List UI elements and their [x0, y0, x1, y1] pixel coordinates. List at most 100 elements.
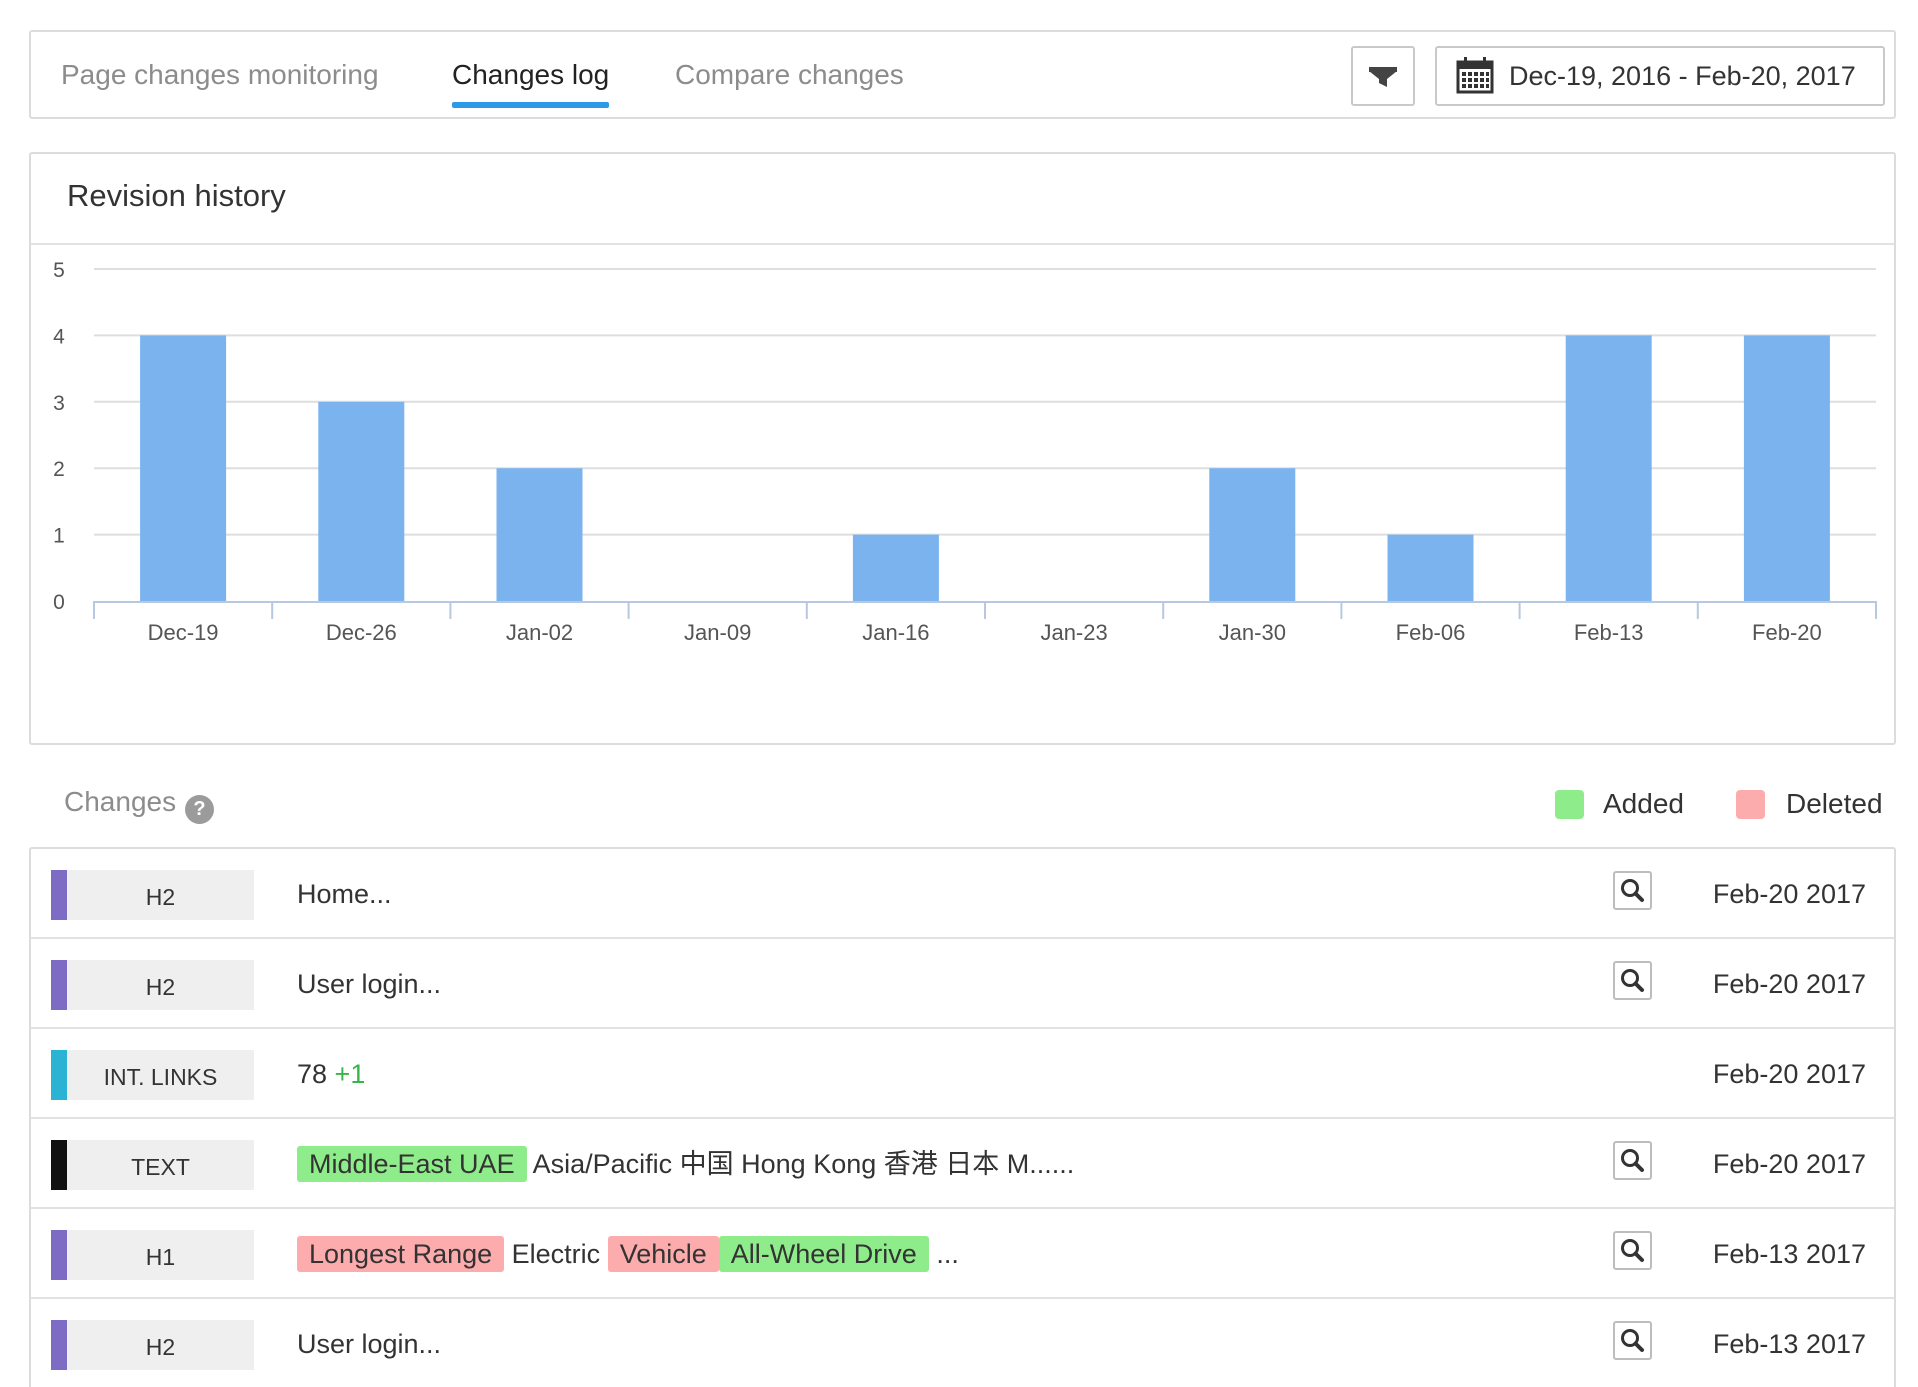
tag-color-bar — [51, 1230, 67, 1280]
calendar-icon — [1456, 57, 1494, 94]
tag-label: H1 — [145, 1244, 176, 1270]
x-tick-label: Feb-06 — [1396, 620, 1466, 645]
legend-deleted-swatch — [1736, 790, 1765, 819]
tab-changes-log[interactable]: Changes log — [452, 32, 610, 117]
element-type-tag: H2 — [51, 1320, 254, 1370]
change-content: User login... — [297, 1299, 441, 1387]
tag-color-bar — [51, 960, 67, 1010]
change-text: User login... — [297, 1329, 442, 1359]
changes-list: H2 Home... Feb-20 2017 H2 User login... Feb-2… — [29, 847, 1896, 1387]
y-tick-label: 3 — [53, 392, 65, 415]
bar[interactable] — [496, 468, 583, 601]
tag-label: H2 — [145, 1334, 176, 1360]
y-tick-label: 4 — [53, 325, 65, 348]
magnifier-icon — [1621, 1149, 1644, 1172]
element-type-tag: H1 — [51, 1230, 254, 1280]
tag-label: H2 — [145, 884, 176, 910]
x-tick-label: Jan-30 — [1219, 620, 1286, 645]
y-tick-label: 2 — [53, 458, 65, 481]
element-type-tag: H2 — [51, 870, 254, 920]
y-tick-label: 0 — [53, 591, 65, 614]
magnifier-icon — [1621, 1329, 1644, 1352]
change-content: User login... — [297, 939, 441, 1029]
added-text: Middle-East UAE — [297, 1146, 527, 1182]
element-type-tag: INT. LINKS — [51, 1050, 254, 1100]
element-type-tag: H2 — [51, 960, 254, 1010]
x-tick-label: Jan-16 — [862, 620, 929, 645]
tag-color-bar — [51, 1050, 67, 1100]
tag-color-bar — [51, 1140, 67, 1190]
change-content: Longest Range Electric Vehicle All-Wheel … — [297, 1209, 959, 1299]
x-tick-label: Jan-09 — [684, 620, 751, 645]
change-date: Feb-20 2017 — [1712, 1149, 1866, 1179]
change-date: Feb-13 2017 — [1712, 1239, 1866, 1269]
magnifier-icon — [1621, 969, 1644, 992]
x-tick-label: Feb-13 — [1574, 620, 1644, 645]
tag-label: TEXT — [131, 1154, 190, 1180]
change-text: Asia/Pacific 中国 Hong Kong 香港 日本 M...... — [526, 1149, 1075, 1179]
change-row: H2 Home... Feb-20 2017 — [31, 849, 1894, 939]
change-date: Feb-13 2017 — [1712, 1329, 1866, 1359]
change-row: H1 Longest Range Electric Vehicle All-Whee… — [31, 1209, 1894, 1299]
magnifier-icon — [1621, 879, 1644, 902]
x-tick-label: Jan-02 — [506, 620, 573, 645]
change-row: H2 User login... Feb-20 2017 — [31, 939, 1894, 1029]
question-circle-icon[interactable]: ? — [185, 795, 214, 824]
revision-bar-chart: 0 1 2 3 4 5 Dec-19 Dec-26 Jan-02 Jan-09 Jan-16 Jan-… — [53, 259, 1877, 645]
legend-added-swatch — [1555, 790, 1584, 819]
view-change-button[interactable] — [1613, 1141, 1652, 1180]
x-tick-label: Jan-23 — [1040, 620, 1107, 645]
change-content: 78 +1 — [297, 1029, 365, 1119]
tab-page-changes-monitoring[interactable]: Page changes monitoring — [61, 32, 379, 117]
x-tick-label: Dec-26 — [326, 620, 397, 645]
deleted-text: Longest Range — [297, 1236, 505, 1272]
change-date: Feb-20 2017 — [1712, 879, 1866, 909]
tag-color-bar — [51, 1320, 67, 1370]
change-text: User login... — [297, 969, 442, 999]
view-change-button[interactable] — [1613, 871, 1652, 910]
deleted-text: Vehicle — [607, 1236, 719, 1272]
delta-value: +1 — [334, 1059, 366, 1089]
magnifier-icon — [1621, 1239, 1644, 1262]
change-text: Electric — [504, 1239, 608, 1269]
change-text: Home... — [297, 879, 392, 909]
tag-label: H2 — [145, 974, 176, 1000]
change-content: Middle-East UAE Asia/Pacific 中国 Hong Kon… — [297, 1119, 1074, 1209]
date-range-text: Dec-19, 2016 - Feb-20, 2017 — [1509, 61, 1856, 91]
filter-button[interactable] — [1351, 46, 1415, 106]
revision-history-title: Revision history — [67, 178, 286, 213]
change-date: Feb-20 2017 — [1712, 969, 1866, 999]
tab-bar: Page changes monitoring Changes log Comp… — [29, 30, 1896, 119]
revision-history-panel: Revision history 0 1 2 3 4 5 Dec-19 Dec-26 Jan-0… — [29, 152, 1896, 745]
change-row: INT. LINKS 78 +1 Feb-20 2017 — [31, 1029, 1894, 1119]
bar[interactable] — [140, 335, 227, 601]
legend-added-label: Added — [1603, 788, 1684, 819]
bar[interactable] — [1387, 534, 1474, 601]
legend-deleted-label: Deleted — [1786, 788, 1883, 819]
tab-compare-changes[interactable]: Compare changes — [675, 32, 904, 117]
bar[interactable] — [318, 401, 405, 601]
added-text: All-Wheel Drive — [718, 1236, 929, 1272]
bar[interactable] — [852, 534, 939, 601]
change-text: 78 — [297, 1059, 335, 1089]
change-text: ... — [928, 1239, 959, 1269]
view-change-button[interactable] — [1613, 1231, 1652, 1270]
tag-label: INT. LINKS — [103, 1064, 218, 1090]
bar[interactable] — [1565, 335, 1652, 601]
changes-label: Changes — [64, 786, 177, 817]
element-type-tag: TEXT — [51, 1140, 254, 1190]
bar[interactable] — [1743, 335, 1830, 601]
change-date: Feb-20 2017 — [1712, 1059, 1866, 1089]
y-tick-label: 5 — [53, 259, 65, 282]
y-tick-label: 1 — [53, 525, 65, 548]
change-content: Home... — [297, 849, 392, 939]
view-change-button[interactable] — [1613, 1321, 1652, 1360]
funnel-icon — [1369, 67, 1397, 87]
date-range-picker[interactable]: Dec-19, 2016 - Feb-20, 2017 — [1435, 46, 1885, 106]
change-row: TEXT Middle-East UAE Asia/Pacific 中国 Hong… — [31, 1119, 1894, 1209]
change-row: H2 User login... Feb-13 2017 — [31, 1299, 1894, 1387]
bar[interactable] — [1209, 468, 1296, 601]
view-change-button[interactable] — [1613, 961, 1652, 1000]
tag-color-bar — [51, 870, 67, 920]
x-tick-label: Feb-20 — [1752, 620, 1822, 645]
